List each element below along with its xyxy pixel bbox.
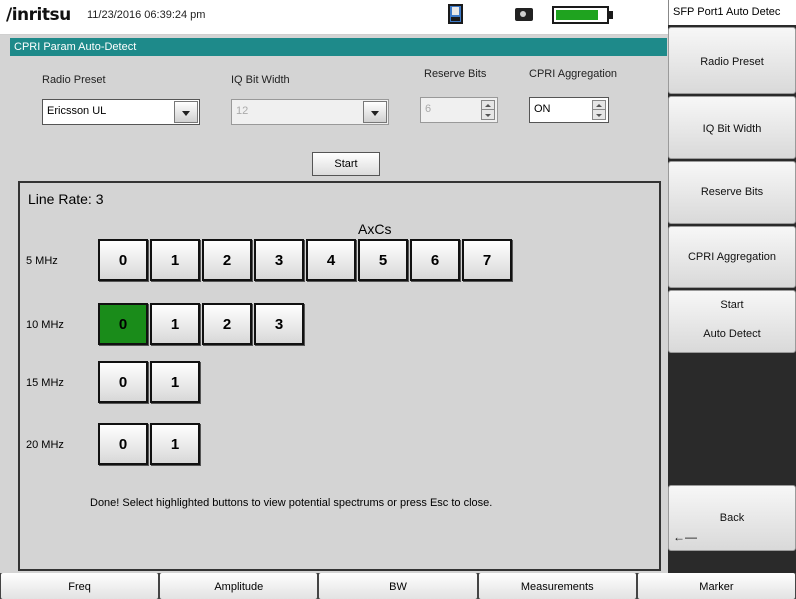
reserve-bits-value: 6 <box>425 103 432 115</box>
reserve-bits-softkey[interactable]: Reserve Bits <box>668 161 796 224</box>
back-softkey[interactable]: Back ←— <box>668 485 796 551</box>
reserve-bits-label: Reserve Bits <box>424 68 487 80</box>
axc-button[interactable]: 5 <box>358 239 408 281</box>
spin-down-icon[interactable] <box>482 111 494 120</box>
bandwidth-label: 5 MHz <box>26 255 58 267</box>
status-message: Done! Select highlighted buttons to view… <box>90 497 493 509</box>
axc-button[interactable]: 3 <box>254 239 304 281</box>
spinner-icon[interactable] <box>481 100 495 120</box>
start-auto-detect-softkey[interactable]: Start Auto Detect <box>668 290 796 353</box>
battery-fill <box>556 10 598 20</box>
iq-bit-width-dropdown[interactable]: 12 <box>231 99 389 125</box>
softkey-label: Back <box>719 512 745 524</box>
start-button[interactable]: Start <box>312 152 380 176</box>
radio-preset-value: Ericsson UL <box>47 105 107 117</box>
tab-bw[interactable]: BW <box>319 573 477 599</box>
axc-button[interactable]: 1 <box>150 423 200 465</box>
softkey-label: CPRI Aggregation <box>687 251 777 263</box>
softkey-label: Start <box>720 299 744 311</box>
save-icon[interactable] <box>448 4 463 24</box>
reserve-bits-spinner[interactable]: 6 <box>420 97 498 123</box>
tab-freq[interactable]: Freq <box>1 573 159 599</box>
tab-amplitude[interactable]: Amplitude <box>160 573 318 599</box>
radio-preset-softkey[interactable]: Radio Preset <box>668 27 796 94</box>
iq-bit-width-softkey[interactable]: IQ Bit Width <box>668 96 796 159</box>
softkey-label: Reserve Bits <box>700 186 764 198</box>
bottom-menu-bar: Freq Amplitude BW Measurements Marker <box>0 573 796 599</box>
cpri-aggregation-spinner[interactable]: ON <box>529 97 609 123</box>
axc-button[interactable]: 4 <box>306 239 356 281</box>
axc-button[interactable]: 0 <box>98 361 148 403</box>
spinner-icon[interactable] <box>592 100 606 120</box>
axc-button[interactable]: 0 <box>98 239 148 281</box>
bandwidth-label: 20 MHz <box>26 439 64 451</box>
brand-logo: /inritsu <box>6 5 71 25</box>
cpri-aggregation-label: CPRI Aggregation <box>529 68 618 80</box>
tab-marker[interactable]: Marker <box>637 573 796 599</box>
chevron-down-icon[interactable] <box>363 101 387 123</box>
softkey-label: Radio Preset <box>700 56 764 68</box>
radio-preset-label: Radio Preset <box>42 74 106 86</box>
back-arrow-icon: ←— <box>673 530 697 544</box>
camera-icon[interactable] <box>515 8 533 21</box>
softkey-panel: SFP Port1 Auto Detec Radio Preset IQ Bit… <box>668 0 796 573</box>
main-panel: CPRI Param Auto-Detect Radio Preset Eric… <box>0 35 668 573</box>
datetime: 11/23/2016 06:39:24 pm <box>87 9 206 21</box>
iq-bit-width-label: IQ Bit Width <box>231 74 290 86</box>
axc-button[interactable]: 1 <box>150 239 200 281</box>
spin-up-icon[interactable] <box>482 101 494 110</box>
tab-measurements[interactable]: Measurements <box>478 573 636 599</box>
axc-button[interactable]: 0 <box>98 303 148 345</box>
axc-button[interactable]: 3 <box>254 303 304 345</box>
axc-button[interactable]: 2 <box>202 239 252 281</box>
cpri-aggregation-softkey[interactable]: CPRI Aggregation <box>668 226 796 288</box>
line-rate-label: Line Rate: 3 <box>28 191 104 207</box>
bandwidth-label: 15 MHz <box>26 377 64 389</box>
axc-button[interactable]: 2 <box>202 303 252 345</box>
chevron-down-icon[interactable] <box>174 101 198 123</box>
axc-button[interactable]: 0 <box>98 423 148 465</box>
axcs-title: AxCs <box>358 221 392 237</box>
axc-button[interactable]: 6 <box>410 239 460 281</box>
dialog-title: CPRI Param Auto-Detect <box>10 38 667 56</box>
cpri-aggregation-value: ON <box>534 103 551 115</box>
softkey-label: Auto Detect <box>703 328 761 340</box>
bandwidth-label: 10 MHz <box>26 319 64 331</box>
spin-down-icon[interactable] <box>593 111 605 120</box>
axc-button[interactable]: 1 <box>150 361 200 403</box>
radio-preset-dropdown[interactable]: Ericsson UL <box>42 99 200 125</box>
softkey-label: IQ Bit Width <box>702 123 762 135</box>
iq-bit-width-value: 12 <box>236 105 249 117</box>
spin-up-icon[interactable] <box>593 101 605 110</box>
axc-button[interactable]: 7 <box>462 239 512 281</box>
axc-button[interactable]: 1 <box>150 303 200 345</box>
battery-icon <box>552 6 609 24</box>
panel-title: SFP Port1 Auto Detec <box>668 0 796 25</box>
results-panel: Line Rate: 3 AxCs 5 MHz 0 1 2 3 4 5 6 7 10 MHz 0 1 2… <box>18 181 661 571</box>
status-bar: /inritsu 11/23/2016 06:39:24 pm <box>0 0 668 35</box>
battery-tip <box>609 11 613 19</box>
